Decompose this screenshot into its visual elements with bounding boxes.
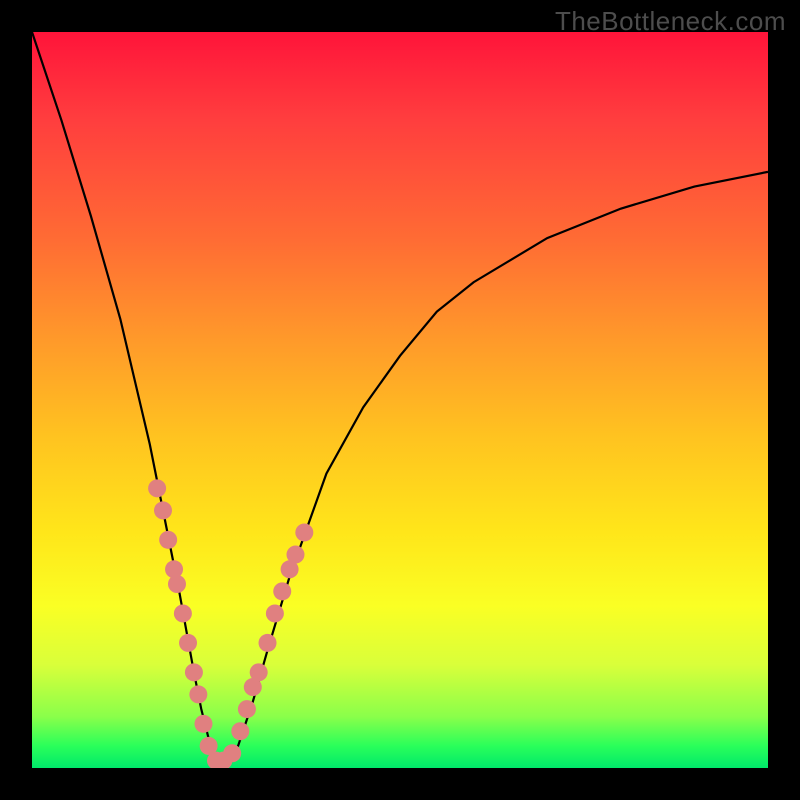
bottleneck-curve bbox=[32, 32, 768, 768]
data-marker bbox=[194, 715, 212, 733]
data-marker bbox=[231, 722, 249, 740]
data-marker bbox=[159, 531, 177, 549]
markers-group bbox=[148, 479, 313, 768]
data-marker bbox=[189, 685, 207, 703]
chart-frame: TheBottleneck.com bbox=[0, 0, 800, 800]
data-marker bbox=[250, 663, 268, 681]
data-marker bbox=[259, 634, 277, 652]
data-marker bbox=[174, 604, 192, 622]
data-marker bbox=[148, 479, 166, 497]
plot-area bbox=[32, 32, 768, 768]
curve-layer bbox=[32, 32, 768, 768]
data-marker bbox=[154, 501, 172, 519]
data-marker bbox=[185, 663, 203, 681]
data-marker bbox=[179, 634, 197, 652]
data-marker bbox=[223, 744, 241, 762]
data-marker bbox=[286, 546, 304, 564]
data-marker bbox=[168, 575, 186, 593]
data-marker bbox=[266, 604, 284, 622]
data-marker bbox=[238, 700, 256, 718]
data-marker bbox=[273, 582, 291, 600]
data-marker bbox=[295, 523, 313, 541]
watermark-text: TheBottleneck.com bbox=[555, 6, 786, 37]
